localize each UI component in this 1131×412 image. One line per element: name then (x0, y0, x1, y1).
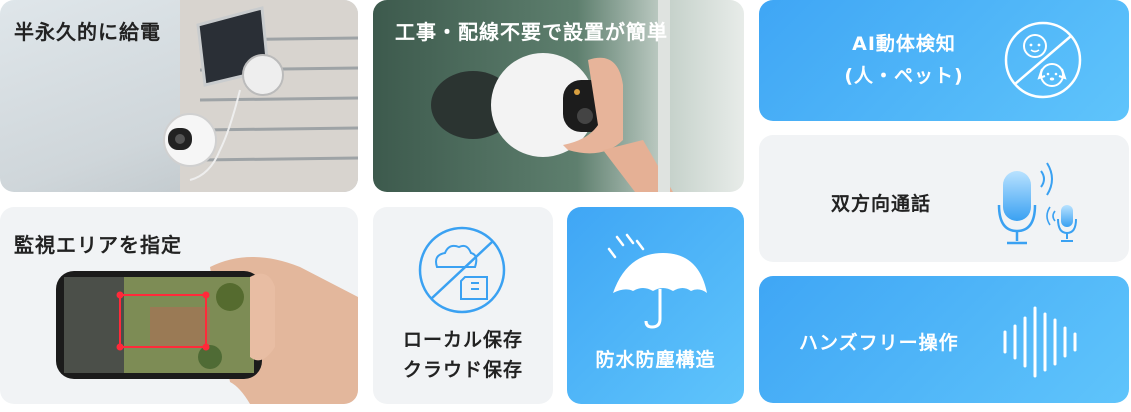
umbrella-icon (607, 233, 707, 329)
waterproof-title: 防水防塵構造 (595, 349, 716, 371)
two-way-talk-card: 双方向通話 (759, 135, 1129, 262)
storage-line1: ローカル保存 (402, 329, 523, 351)
ai-detection-text: AI動体検知 (人・ペット) (819, 28, 989, 92)
hands-free-title: ハンズフリー操作 (799, 332, 959, 354)
face-pet-icon (1004, 21, 1082, 99)
install-card: 工事・配線不要で設置が簡単 (373, 0, 744, 192)
cloud-sdcard-icon (418, 226, 506, 314)
zone-card: 監視エリアを指定 (0, 207, 358, 404)
microphone-icon (997, 162, 1077, 245)
solar-title: 半永久的に給電 (14, 20, 161, 44)
ai-detection-line2: (人・ペット) (844, 65, 964, 87)
ai-detection-card: AI動体検知 (人・ペット) (759, 0, 1129, 121)
ai-detection-line1: AI動体検知 (852, 33, 956, 55)
hands-free-card: ハンズフリー操作 (759, 276, 1129, 403)
smartphone-zone-scene (56, 257, 358, 404)
two-way-talk-title: 双方向通話 (831, 193, 932, 215)
install-title: 工事・配線不要で設置が簡単 (395, 20, 668, 44)
sound-wave-icon (1003, 306, 1077, 378)
storage-line2: クラウド保存 (402, 359, 523, 381)
storage-card: ローカル保存 クラウド保存 (373, 207, 553, 404)
waterproof-card: 防水防塵構造 (567, 207, 744, 404)
solar-card: 半永久的に給電 (0, 0, 358, 192)
storage-text: ローカル保存 クラウド保存 (373, 325, 553, 385)
